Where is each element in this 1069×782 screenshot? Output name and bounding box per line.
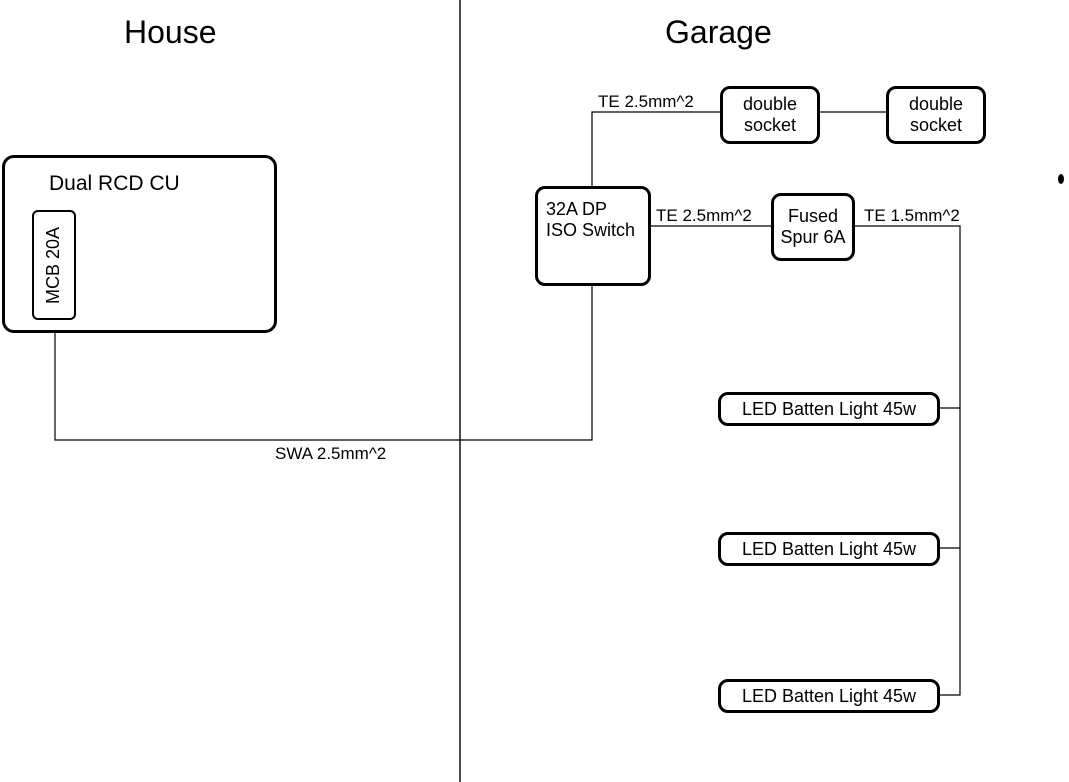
mcb-20a: MCB 20A (32, 210, 76, 320)
house-heading: House (124, 14, 217, 51)
consumer-unit-label: Dual RCD CU (49, 172, 180, 196)
fused-spur: Fused Spur 6A (771, 193, 855, 261)
garage-heading: Garage (665, 14, 772, 51)
double-socket-2: double socket (886, 86, 986, 144)
led-batten-1: LED Batten Light 45w (718, 392, 940, 426)
swa-label: SWA 2.5mm^2 (275, 444, 386, 464)
wiring-diagram: House Garage Dual RCD CU MCB 20A 32A DP … (0, 0, 1069, 782)
double-socket-1: double socket (720, 86, 820, 144)
iso-switch-line2: ISO Switch (546, 220, 635, 241)
iso-switch: 32A DP ISO Switch (535, 186, 651, 286)
iso-switch-line1: 32A DP (546, 199, 607, 220)
te15-label: TE 1.5mm^2 (864, 206, 960, 226)
led-batten-2: LED Batten Light 45w (718, 532, 940, 566)
stray-dot (1058, 174, 1064, 184)
led-batten-3: LED Batten Light 45w (718, 679, 940, 713)
te25-top-label: TE 2.5mm^2 (598, 92, 694, 112)
mcb-label: MCB 20A (44, 226, 65, 303)
te25-mid-label: TE 2.5mm^2 (656, 206, 752, 226)
